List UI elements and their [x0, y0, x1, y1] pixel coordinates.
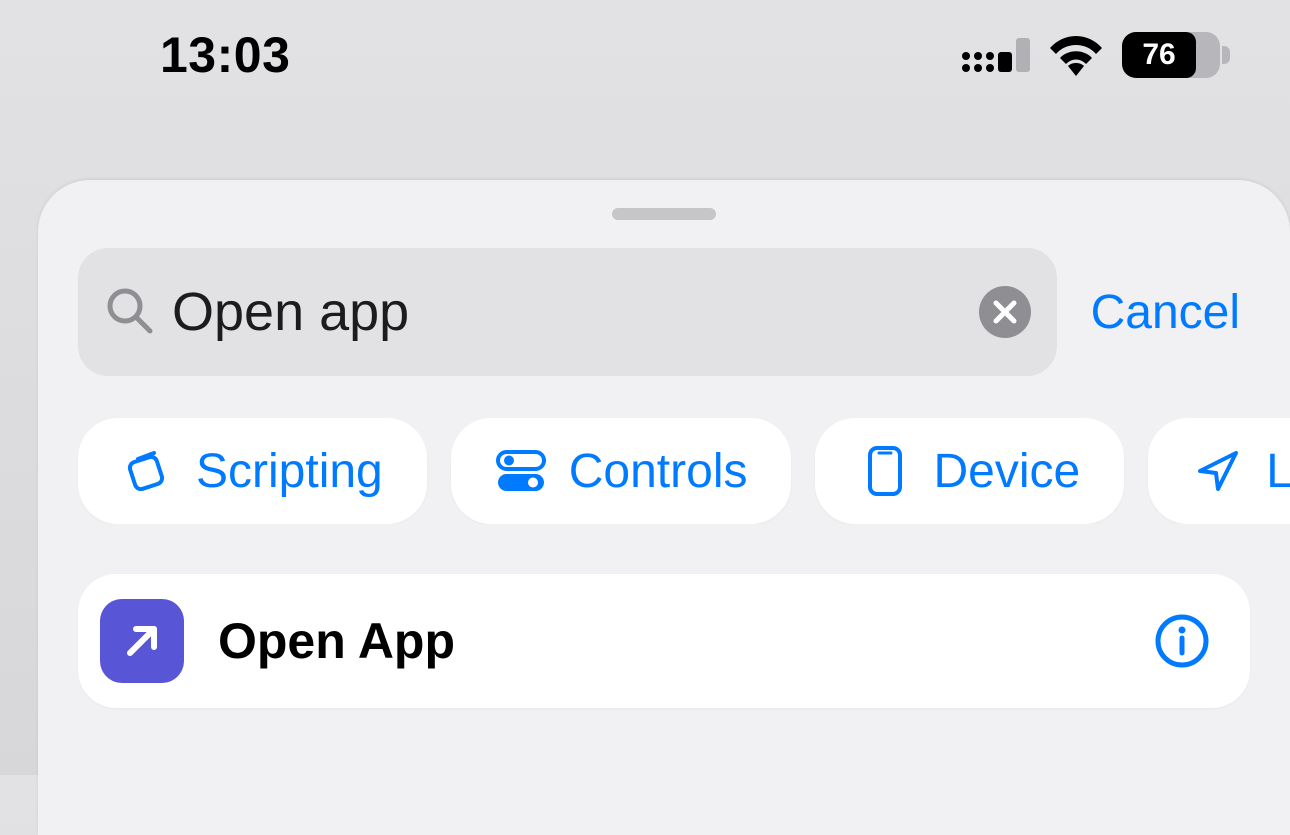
search-input[interactable]: [172, 281, 961, 343]
info-button[interactable]: [1154, 613, 1210, 669]
action-picker-sheet: Cancel Scripting Controls: [38, 180, 1290, 835]
status-bar: 13:03 76: [0, 0, 1290, 150]
results-list: Open App: [38, 574, 1290, 708]
status-time: 13:03: [160, 26, 290, 84]
result-label: Open App: [218, 612, 1120, 670]
location-icon: [1192, 445, 1244, 497]
category-chip-row[interactable]: Scripting Controls Device: [38, 418, 1290, 524]
controls-icon: [495, 445, 547, 497]
search-icon: [104, 285, 154, 340]
cellular-signal-icon: [962, 38, 1030, 72]
category-chip-location[interactable]: Loc: [1148, 418, 1290, 524]
wifi-icon: [1048, 34, 1104, 76]
scripting-icon: [122, 445, 174, 497]
chip-label: Scripting: [196, 444, 383, 499]
category-chip-device[interactable]: Device: [815, 418, 1124, 524]
status-icons: 76: [962, 32, 1220, 78]
clear-search-button[interactable]: [979, 286, 1031, 338]
battery-icon: 76: [1122, 32, 1220, 78]
search-row: Cancel: [38, 248, 1290, 376]
chip-label: Device: [933, 444, 1080, 499]
info-icon: [1154, 613, 1210, 669]
cancel-button[interactable]: Cancel: [1091, 285, 1250, 340]
close-icon: [992, 299, 1018, 325]
chip-label: Controls: [569, 444, 748, 499]
battery-percent: 76: [1142, 38, 1175, 72]
search-field[interactable]: [78, 248, 1057, 376]
chip-label: Loc: [1266, 444, 1290, 499]
sheet-grabber[interactable]: [612, 208, 716, 220]
result-row-open-app[interactable]: Open App: [78, 574, 1250, 708]
category-chip-controls[interactable]: Controls: [451, 418, 792, 524]
device-icon: [859, 445, 911, 497]
category-chip-scripting[interactable]: Scripting: [78, 418, 427, 524]
open-app-icon: [100, 599, 184, 683]
